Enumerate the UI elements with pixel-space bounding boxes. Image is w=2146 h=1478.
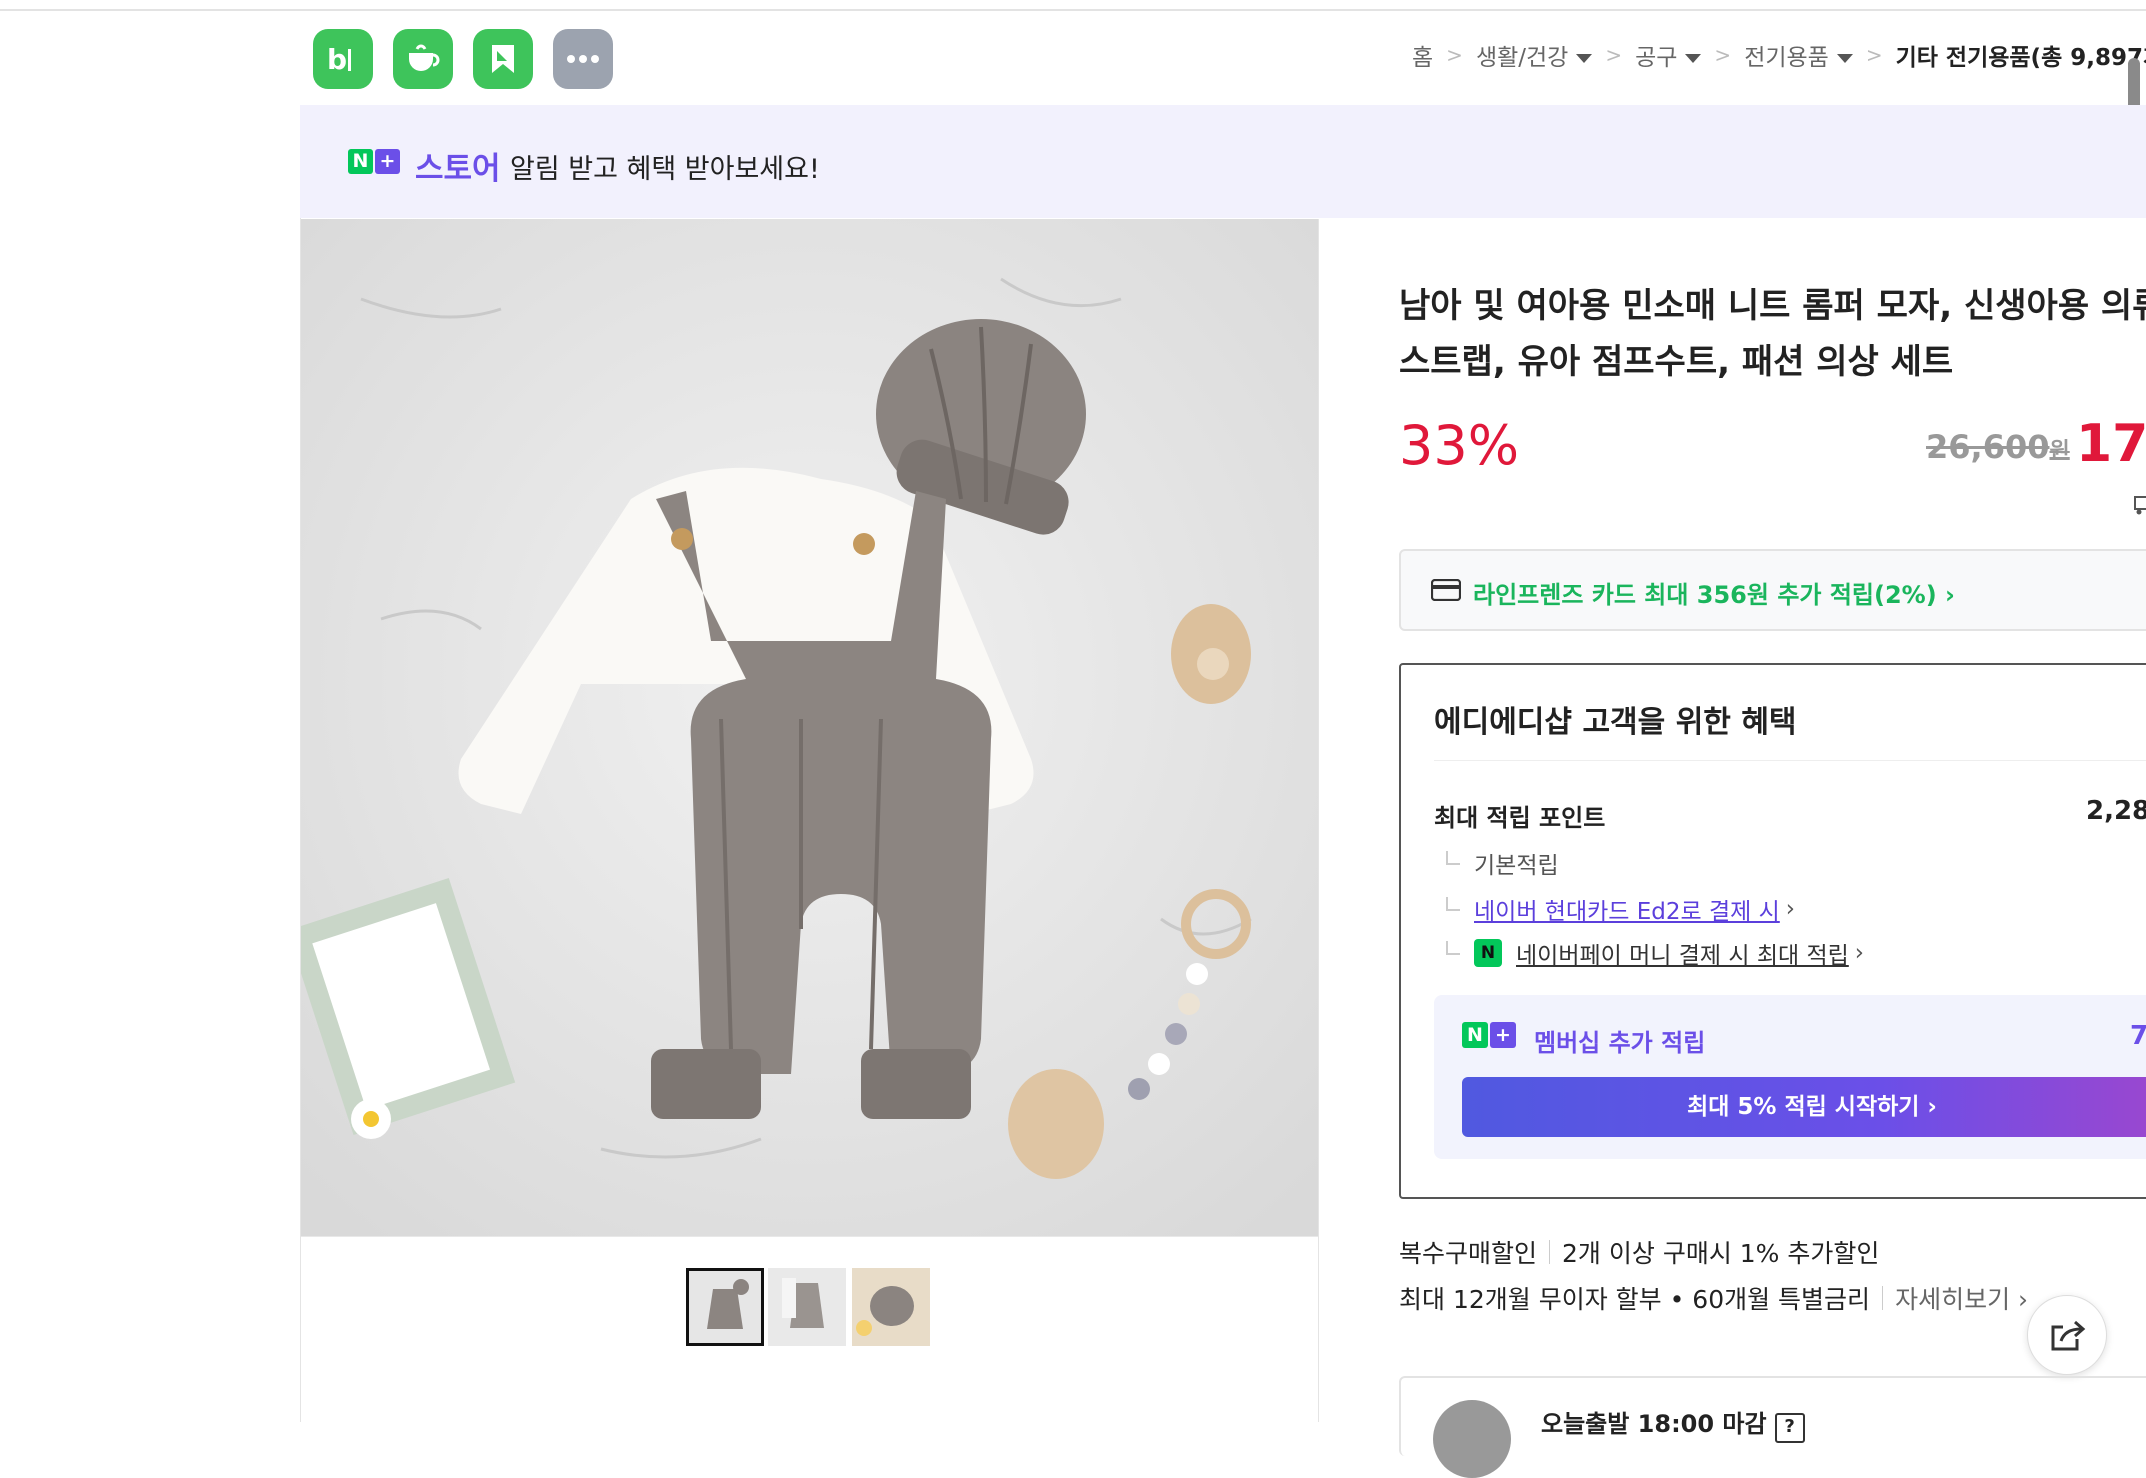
browser-top-edge: [0, 0, 2146, 11]
multi-purchase-discount: 복수구매할인 2개 이상 구매시 1% 추가할인: [1399, 1234, 1879, 1270]
naver-plus-badge: N +: [348, 149, 402, 174]
caret-down-icon: [1685, 54, 1702, 63]
badge-plus: +: [1490, 1022, 1516, 1048]
thumbnail-2[interactable]: [768, 1268, 846, 1346]
banner-store-label: 스토어: [415, 151, 501, 187]
breadcrumb-separator-icon: >: [1865, 43, 1883, 67]
max-point-value: 2,28: [2086, 796, 2146, 826]
installment-info: 최대 12개월 무이자 할부 • 60개월 특별금리 자세히보기 ›: [1399, 1280, 2028, 1316]
tree-elbow-icon: [1446, 897, 1460, 911]
delivery-text: 오늘출발 18:00 마감?: [1541, 1404, 1805, 1443]
membership-label: 멤버십 추가 적립: [1534, 1029, 1706, 1057]
max-point-label: 최대 적립 포인트: [1434, 804, 1606, 832]
credit-card-icon: [1430, 578, 1462, 605]
delivery-truck-icon: [2134, 494, 2146, 520]
store-alert-banner[interactable]: N + 스토어 알림 받고 혜택 받아보세요!: [300, 105, 2146, 218]
details-link[interactable]: 자세히보기 ›: [1895, 1280, 2028, 1316]
cafe-app-icon[interactable]: [393, 29, 453, 89]
more-apps-icon[interactable]: [553, 29, 613, 89]
breadcrumb-separator-icon: >: [1446, 43, 1463, 67]
benefits-divider: [1434, 760, 2146, 761]
breadcrumb-current: 기타 전기용품(총 9,897개): [1895, 45, 2146, 71]
badge-n: N: [1462, 1022, 1488, 1048]
thumbnail-3[interactable]: [852, 1268, 930, 1346]
breadcrumb-separator-icon: >: [1714, 43, 1732, 67]
multi-purchase-label: 복수구매할인: [1399, 1239, 1538, 1268]
basic-point-row: 기본적립: [1446, 846, 1559, 880]
help-icon[interactable]: ?: [1774, 1413, 1805, 1443]
membership-value: 7: [2130, 1021, 2146, 1051]
chevron-right-icon: ›: [1945, 581, 1955, 609]
breadcrumb-home[interactable]: 홈: [1412, 38, 1433, 72]
chevron-right-icon: ›: [1785, 896, 1795, 922]
breadcrumb: 홈 > 생활/건강 > 공구 > 전기용품 > 기타 전기용품(총 9,897개…: [1412, 38, 2146, 72]
band-app-icon[interactable]: b: [313, 29, 373, 89]
product-main-image[interactable]: [301, 219, 1318, 1236]
tree-elbow-icon: [1446, 941, 1460, 955]
caret-down-icon: [1576, 54, 1593, 63]
thumbnail-1[interactable]: [686, 1268, 764, 1346]
breadcrumb-level2[interactable]: 공구: [1635, 38, 1702, 72]
membership-panel: N + 멤버십 추가 적립 7 최대 5% 적립 시작하기 ›: [1434, 995, 2146, 1159]
card-offer-box[interactable]: 라인프렌즈 카드 최대 356원 추가 적립(2%) ›: [1399, 549, 2146, 631]
divider: [1882, 1286, 1884, 1310]
multi-purchase-detail: 2개 이상 구매시 1% 추가할인: [1562, 1239, 1880, 1268]
badge-n: N: [348, 149, 373, 174]
start-membership-button[interactable]: 최대 5% 적립 시작하기 ›: [1462, 1077, 2146, 1137]
delivery-box: 오늘출발 18:00 마감?: [1399, 1376, 2146, 1478]
npay-icon: N: [1474, 939, 1502, 967]
caret-down-icon: [1836, 54, 1853, 63]
hyundai-card-row[interactable]: 네이버 현대카드 Ed2로 결제 시 ›: [1446, 892, 1795, 926]
image-bottom-border: [301, 1236, 1318, 1237]
divider: [1549, 1240, 1551, 1264]
svg-text:b: b: [327, 43, 347, 76]
sale-price: 17,8: [2076, 414, 2146, 474]
naver-plus-badge: N +: [1462, 1022, 1518, 1048]
benefits-panel: 에디에디샵 고객을 위한 혜택 최대 적립 포인트 2,28 기본적립 네이버 …: [1399, 663, 2146, 1199]
breadcrumb-level1[interactable]: 생활/건강: [1476, 38, 1593, 72]
discount-rate: 33%: [1399, 414, 1520, 477]
tree-elbow-icon: [1446, 851, 1460, 865]
installment-text: 최대 12개월 무이자 할부 • 60개월 특별금리: [1399, 1285, 1871, 1314]
npay-row[interactable]: N 네이버페이 머니 결제 시 최대 적립 ›: [1446, 936, 1864, 970]
breadcrumb-level3[interactable]: 전기용품: [1744, 38, 1853, 72]
banner-message: 알림 받고 혜택 받아보세요!: [510, 154, 820, 185]
badge-plus: +: [375, 149, 400, 174]
image-right-border: [1318, 219, 1319, 1422]
original-price: 26,600원: [1926, 428, 2070, 466]
title-line-1: 남아 및 여아용 민소매 니트 롬퍼 모자, 신생아용 의류,: [1399, 286, 2146, 326]
npay-link[interactable]: 네이버페이 머니 결제 시 최대 적립: [1516, 936, 1849, 970]
basic-point-label: 기본적립: [1474, 853, 1559, 879]
blog-app-icon[interactable]: [473, 29, 533, 89]
title-line-2: 스트랩, 유아 점프수트, 패션 의상 세트: [1399, 342, 1954, 382]
delivery-avatar-icon: [1433, 1400, 1511, 1478]
product-title: 남아 및 여아용 민소매 니트 롬퍼 모자, 신생아용 의류, 스트랩, 유아 …: [1399, 278, 2146, 390]
share-button[interactable]: [2027, 1295, 2107, 1375]
card-offer-text[interactable]: 라인프렌즈 카드 최대 356원 추가 적립(2%) ›: [1473, 575, 1955, 610]
hyundai-card-link[interactable]: 네이버 현대카드 Ed2로 결제 시: [1474, 892, 1780, 926]
chevron-right-icon: ›: [1854, 940, 1864, 966]
share-icon: [2051, 1320, 2086, 1351]
benefits-title: 에디에디샵 고객을 위한 혜택: [1434, 705, 1797, 740]
breadcrumb-separator-icon: >: [1605, 43, 1623, 67]
